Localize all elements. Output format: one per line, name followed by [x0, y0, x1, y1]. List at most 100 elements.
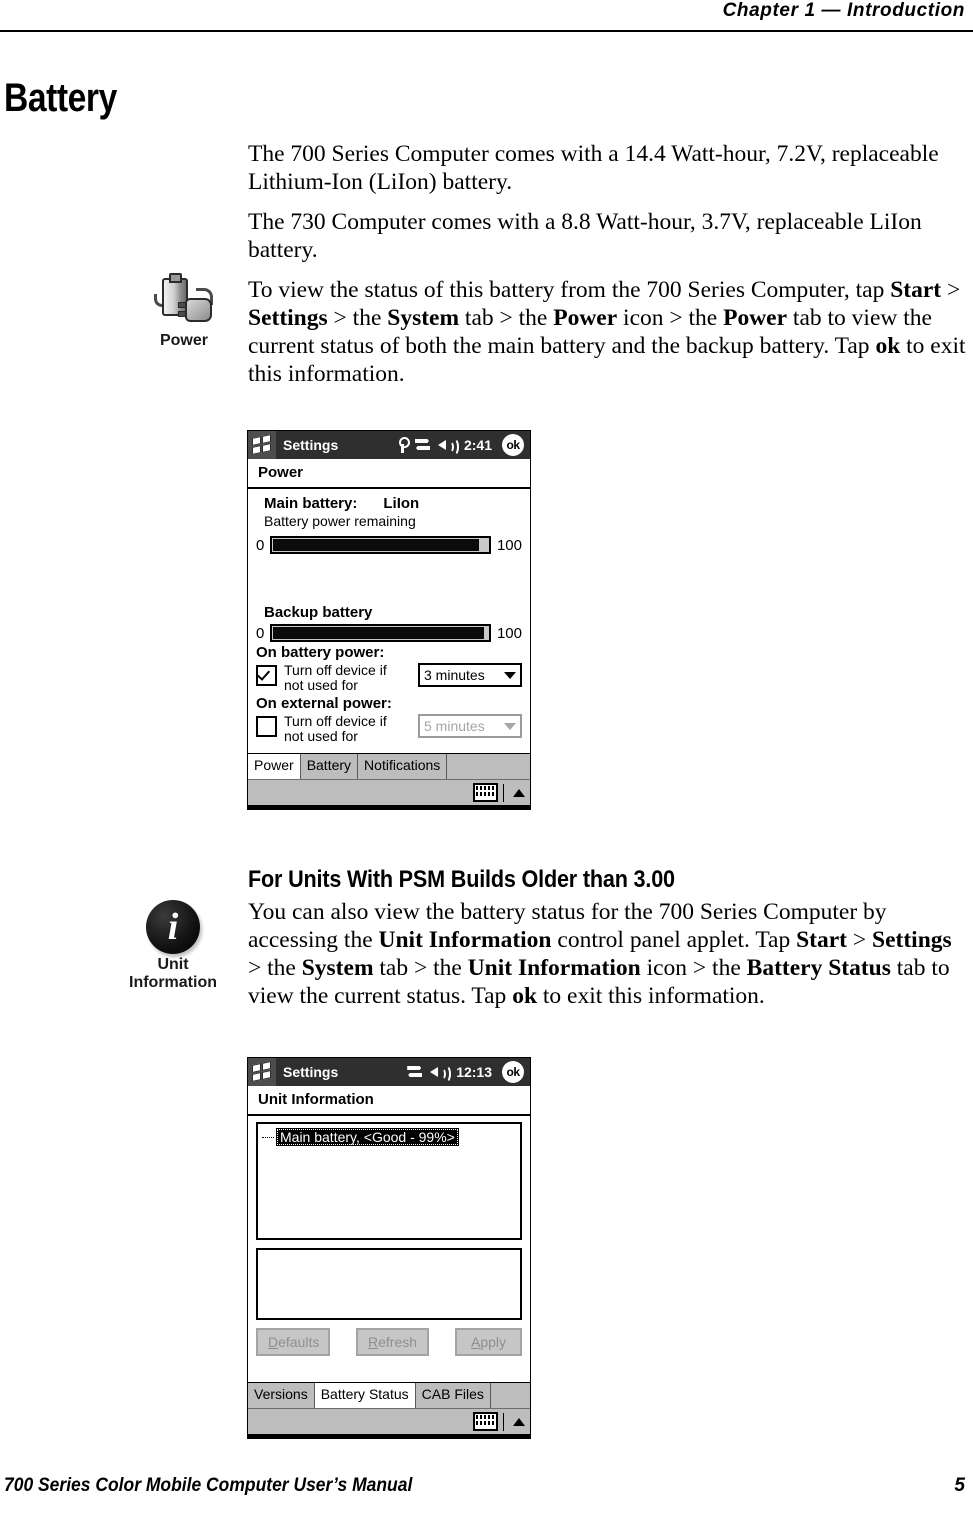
- main-battery-gauge: 0 100: [256, 536, 522, 554]
- page-footer: 700 Series Color Mobile Computer User’s …: [0, 1475, 973, 1501]
- main-battery-label: Main battery:: [264, 495, 358, 512]
- paragraph-view-status: To view the status of this battery from …: [248, 276, 970, 388]
- main-gauge-fill: [273, 539, 480, 551]
- power-titlebar: Settings 2:41 ok: [248, 431, 530, 459]
- power-titlebar-clock[interactable]: 2:41: [464, 437, 492, 453]
- tab-versions[interactable]: Versions: [248, 1383, 315, 1408]
- unitinfo-device-bottom-edge: [248, 1434, 530, 1438]
- defaults-button[interactable]: Defaults: [256, 1328, 330, 1356]
- on-battery-turnoff-checkbox[interactable]: [256, 665, 277, 686]
- on-external-turnoff-label: Turn off device if not used for: [284, 713, 387, 744]
- p4-bold-unit-info-icon: Unit Information: [467, 955, 641, 981]
- battery-detail-pane[interactable]: [256, 1248, 522, 1320]
- power-device-bottom-edge: [248, 805, 530, 809]
- p4-seg-c: control panel applet. Tap: [551, 927, 797, 953]
- tree-item-main-battery[interactable]: Main battery, <Good - 99%>: [262, 1128, 459, 1146]
- refresh-button[interactable]: Refresh: [356, 1328, 430, 1356]
- battery-status-tree[interactable]: Main battery, <Good - 99%>: [256, 1122, 522, 1240]
- power-margin-icon: Power: [134, 273, 234, 350]
- p4-bold-settings: Settings: [872, 927, 952, 953]
- power-tab-strip: Power Battery Notifications: [248, 753, 530, 779]
- p3-seg-f: icon > the: [617, 305, 724, 331]
- paragraph-unit-information: You can also view the battery status for…: [248, 898, 970, 1010]
- tab-battery[interactable]: Battery: [300, 754, 359, 779]
- main-battery-type: LiIon: [383, 495, 420, 512]
- screenshot-power-settings: Settings 2:41 ok Power Main battery: LiI…: [247, 430, 531, 810]
- unit-information-margin-icon: i Unit Information: [98, 900, 248, 992]
- power-titlebar-icons: [397, 437, 459, 456]
- psm-section: For Units With PSM Builds Older than 3.0…: [248, 866, 970, 1022]
- on-external-timeout-dropdown[interactable]: 5 minutes: [418, 714, 522, 738]
- p4-seg-e: > the: [248, 955, 302, 981]
- chevron-up-icon[interactable]: [513, 788, 525, 797]
- speaker-icon[interactable]: [437, 438, 459, 456]
- p4-bold-system: System: [301, 955, 374, 981]
- tab-power[interactable]: Power: [248, 754, 301, 779]
- p3-seg-e: tab > the: [459, 305, 554, 331]
- on-battery-power-label: On battery power:: [256, 644, 385, 661]
- p3-seg-d: > the: [327, 305, 388, 331]
- p3-bold-start: Start: [890, 277, 942, 303]
- chevron-down-icon: [504, 671, 516, 679]
- on-external-timeout-value: 5 minutes: [424, 718, 485, 734]
- chevron-up-icon[interactable]: [513, 1417, 525, 1426]
- backup-battery-label: Backup battery: [264, 604, 373, 621]
- p4-bold-start: Start: [796, 927, 848, 953]
- tab-cab-files[interactable]: CAB Files: [415, 1383, 491, 1408]
- p4-seg-f: tab > the: [373, 955, 468, 981]
- p4-bold-battery-status: Battery Status: [746, 955, 891, 981]
- windows-logo-icon[interactable]: [248, 1058, 276, 1086]
- antenna-icon[interactable]: [397, 437, 410, 453]
- windows-logo-icon[interactable]: [248, 431, 276, 459]
- unitinfo-ok-button[interactable]: ok: [502, 1061, 524, 1083]
- unitinfo-body: Main battery, <Good - 99%> Defaults Refr…: [248, 1116, 530, 1382]
- backup-gauge-track: [270, 624, 491, 642]
- on-battery-timeout-dropdown[interactable]: 3 minutes: [418, 663, 522, 687]
- p3-bold-system: System: [387, 305, 460, 331]
- refresh-rest: efresh: [378, 1334, 418, 1350]
- plug-head-icon: [185, 298, 212, 322]
- keyboard-icon[interactable]: [473, 783, 498, 802]
- screenshot-unit-information: Settings 12:13 ok Unit Information Main …: [247, 1057, 531, 1439]
- unit-icon-label-line1: Unit: [157, 956, 189, 973]
- on-battery-turnoff-label: Turn off device if not used for: [284, 662, 387, 693]
- info-circle-icon: i: [146, 900, 200, 954]
- backup-gauge-fill: [273, 627, 484, 639]
- battery-cap-icon: [169, 273, 182, 283]
- speaker-icon[interactable]: [430, 1065, 452, 1083]
- paragraph-730-text: The 730 Computer comes with a 8.8 Watt-h…: [248, 209, 922, 263]
- apply-mnemonic: A: [471, 1334, 481, 1350]
- on-external-power-row: Turn off device if not used for 5 minute…: [256, 714, 522, 744]
- p4-bold-ok: ok: [512, 983, 538, 1009]
- apply-rest: pply: [480, 1334, 507, 1350]
- p3-seg-c: >: [941, 277, 961, 303]
- unitinfo-titlebar-clock[interactable]: 12:13: [456, 1064, 492, 1080]
- apply-button[interactable]: Apply: [455, 1328, 522, 1356]
- unitinfo-button-row: Defaults Refresh Apply: [256, 1328, 522, 1356]
- defaults-mnemonic: D: [268, 1334, 279, 1350]
- backup-battery-gauge: 0 100: [256, 624, 522, 642]
- on-battery-timeout-value: 3 minutes: [424, 667, 485, 683]
- taskbar-divider: [503, 783, 504, 802]
- battery-power-remaining-label: Battery power remaining: [264, 513, 416, 529]
- connectivity-icon[interactable]: [415, 438, 431, 452]
- p3-seg-a: To view the status of this battery from …: [248, 277, 891, 303]
- unitinfo-titlebar: Settings 12:13 ok: [248, 1058, 530, 1086]
- connectivity-icon[interactable]: [407, 1065, 423, 1079]
- tab-battery-status[interactable]: Battery Status: [314, 1383, 416, 1408]
- chevron-down-icon: [504, 722, 516, 730]
- refresh-mnemonic: R: [368, 1334, 379, 1350]
- on-battery-power-row: Turn off device if not used for 3 minute…: [256, 663, 522, 693]
- paragraph-700-series-text: The 700 Series Computer comes with a 14.…: [248, 141, 939, 195]
- unitinfo-titlebar-icons: [407, 1065, 452, 1083]
- tab-strip-filler: [490, 1383, 530, 1408]
- main-gauge-max: 100: [496, 536, 522, 554]
- keyboard-icon[interactable]: [473, 1412, 498, 1431]
- paragraph-700-series: The 700 Series Computer comes with a 14.…: [248, 140, 970, 196]
- tree-connector-icon: [262, 1137, 274, 1138]
- on-external-turnoff-checkbox[interactable]: [256, 716, 277, 737]
- tab-notifications[interactable]: Notifications: [358, 754, 448, 779]
- power-spacer: [256, 554, 522, 604]
- power-ok-button[interactable]: ok: [502, 434, 524, 456]
- tab-strip-filler: [447, 754, 530, 779]
